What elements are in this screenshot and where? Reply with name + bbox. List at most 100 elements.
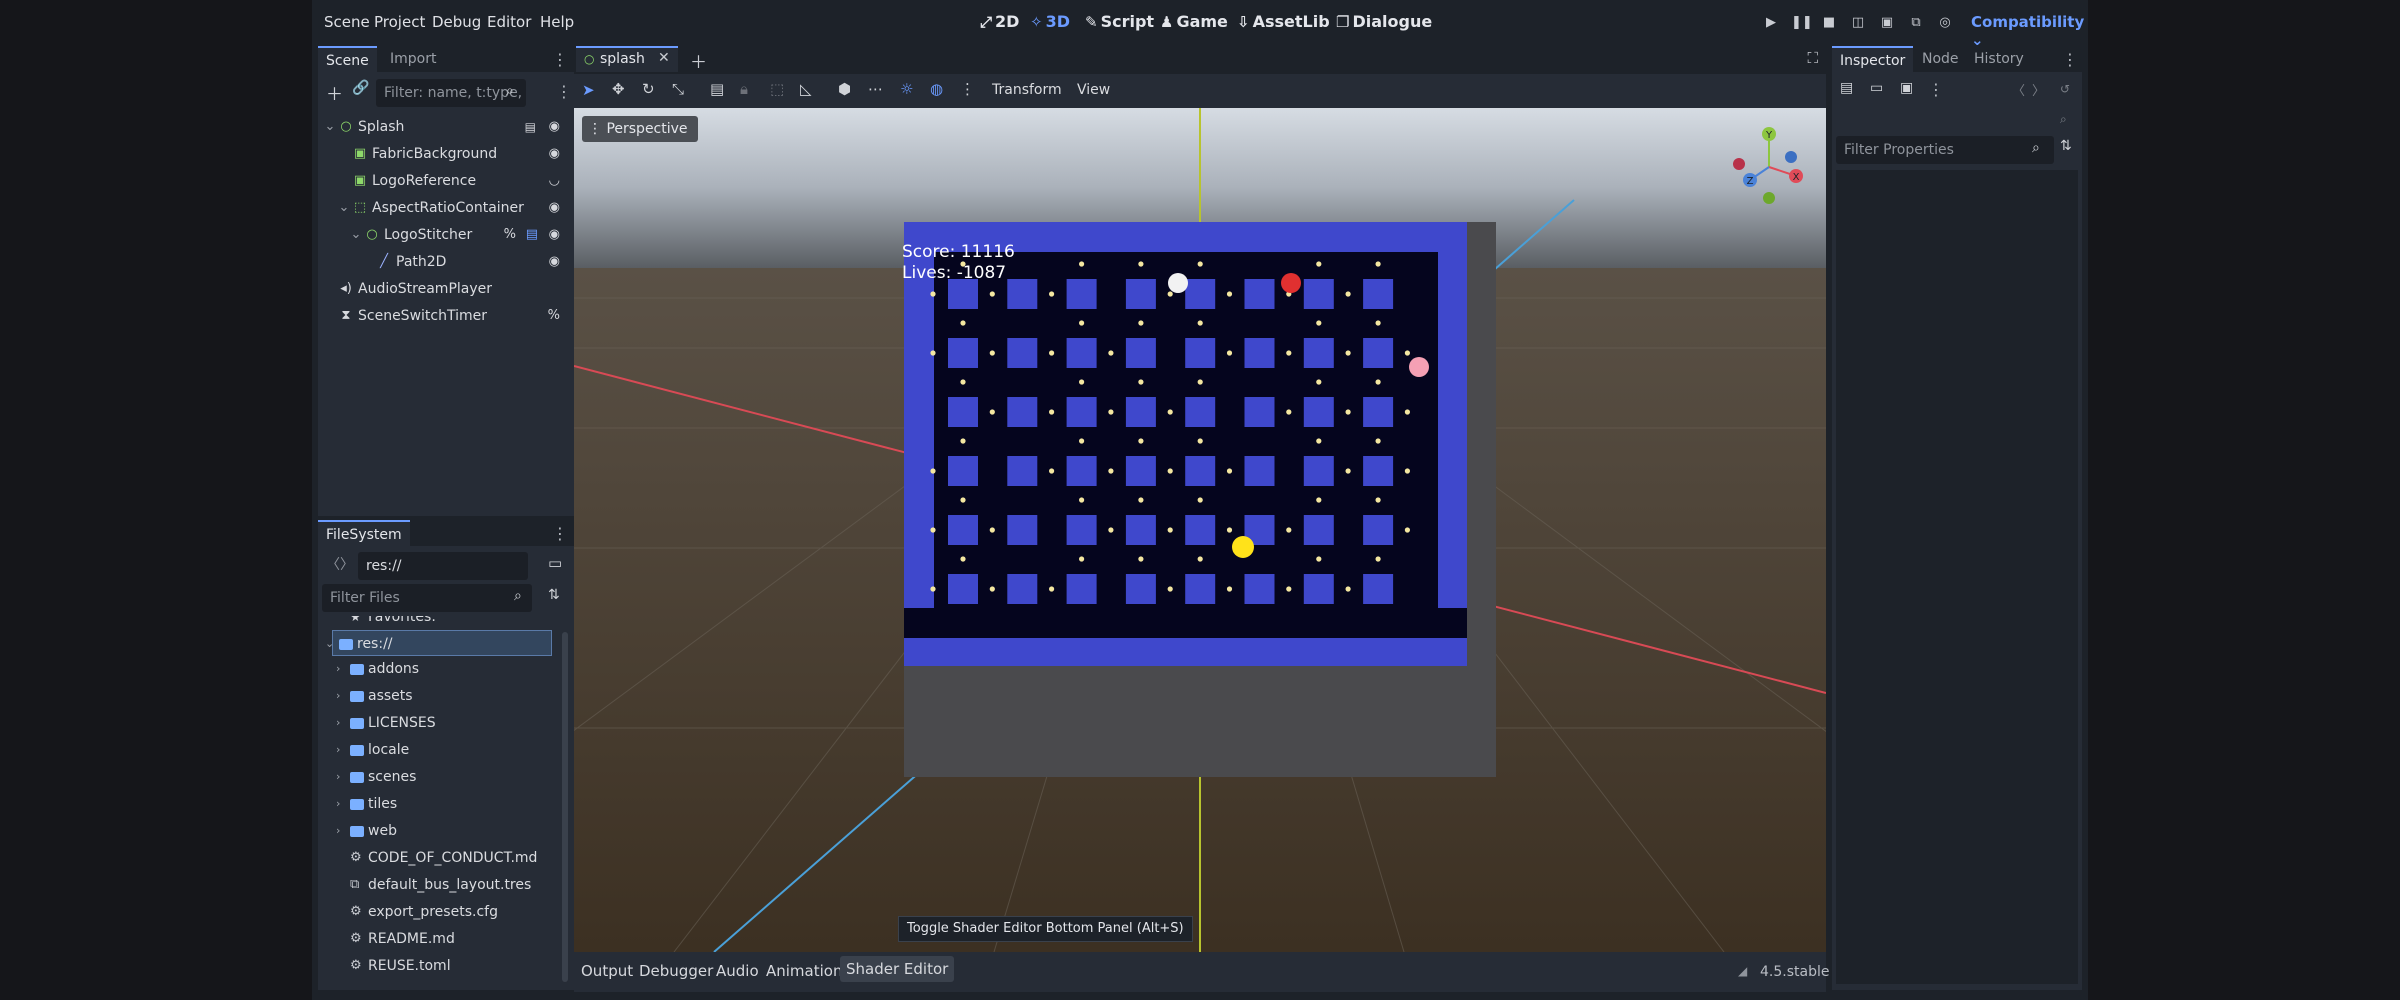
lock-icon[interactable]: 🔒︎: [740, 80, 748, 98]
add-node-icon[interactable]: ＋: [326, 80, 343, 105]
shader-editor-tab[interactable]: Shader Editor: [840, 956, 955, 982]
filter-properties-input[interactable]: Filter Properties: [1836, 136, 2054, 164]
remote-debug-icon[interactable]: ◫: [1849, 14, 1867, 32]
back-icon[interactable]: 〈: [2012, 80, 2025, 99]
snap-icon[interactable]: ⋯: [868, 80, 883, 98]
visibility-icon[interactable]: ◉: [549, 249, 560, 275]
workspace-3d-button[interactable]: ✧ 3D: [1030, 12, 1070, 31]
ruler-icon[interactable]: ◺: [800, 80, 812, 98]
menu-help[interactable]: Help: [540, 13, 574, 31]
group-icon[interactable]: ⬚: [770, 80, 784, 98]
play-icon[interactable]: ▶: [1762, 14, 1780, 32]
expand-icon[interactable]: ›: [336, 737, 340, 763]
open-resource-icon[interactable]: ▭: [1870, 80, 1883, 96]
expand-icon[interactable]: ›: [336, 656, 340, 682]
object-icon[interactable]: ⌕: [2060, 112, 2067, 127]
tree-node-sceneswitchtimer[interactable]: ⧗ SceneSwitchTimer %: [318, 303, 568, 329]
tree-node-aspectratiocontainer[interactable]: ⌄ ⬚ AspectRatioContainer ◉: [318, 195, 568, 221]
filter-files-input[interactable]: Filter Files: [322, 584, 532, 612]
view-gizmo[interactable]: Y X Z: [1724, 122, 1814, 212]
script-icon[interactable]: ▤: [525, 114, 536, 140]
workspace-2d-button[interactable]: ⤢ 2D: [980, 12, 1019, 31]
gizmo-neg-z-handle[interactable]: [1785, 151, 1797, 163]
environment-preview-icon[interactable]: ◍: [930, 80, 943, 98]
output-tab[interactable]: Output: [581, 962, 633, 980]
resource-menu-icon[interactable]: ⋮: [1928, 80, 1944, 99]
script-icon[interactable]: ▤: [526, 222, 538, 248]
scrollbar[interactable]: [562, 632, 568, 982]
tree-node-logostitcher[interactable]: ⌄ ○ LogoStitcher % ▤ ◉: [318, 222, 568, 248]
stop-icon[interactable]: ■: [1820, 14, 1838, 32]
folder-row-addons[interactable]: › addons: [330, 656, 562, 682]
history-icon[interactable]: ↺: [2060, 82, 2070, 96]
menu-scene[interactable]: Scene: [324, 13, 370, 31]
tree-node-splash[interactable]: ⌄ ○ Splash ▤ ◉: [318, 114, 568, 140]
tree-node-path2d[interactable]: ╱ Path2D ◉: [318, 249, 568, 275]
scene-tab-splash[interactable]: ○ splash ✕: [576, 46, 678, 72]
folder-row-locale[interactable]: › locale: [330, 737, 562, 763]
gizmo-neg-x-handle[interactable]: [1733, 158, 1745, 170]
folder-row-scenes[interactable]: › scenes: [330, 764, 562, 790]
scene-tree-menu-icon[interactable]: ⋮: [556, 82, 572, 101]
forward-icon[interactable]: 〉: [340, 554, 354, 574]
visibility-icon[interactable]: ◉: [549, 195, 560, 221]
menu-project[interactable]: Project: [374, 13, 425, 31]
expand-icon[interactable]: ›: [336, 710, 340, 736]
tab-filesystem[interactable]: FileSystem: [318, 520, 410, 546]
unique-name-icon[interactable]: %: [504, 222, 516, 248]
collapse-icon[interactable]: ⌄: [348, 222, 364, 248]
file-row-readme-md[interactable]: ⚙ README.md: [330, 926, 562, 952]
add-tab-icon[interactable]: ＋: [690, 48, 707, 73]
folder-row-assets[interactable]: › assets: [330, 683, 562, 709]
tab-inspector[interactable]: Inspector: [1832, 46, 1914, 72]
renderer-select[interactable]: Compatibility ⌄: [1971, 13, 2088, 49]
sort-icon[interactable]: ⇅: [548, 587, 560, 603]
play-scene-icon[interactable]: ▣: [1878, 14, 1896, 32]
visibility-icon[interactable]: ◉: [549, 114, 560, 140]
sort-icon[interactable]: ⇅: [2060, 138, 2072, 154]
tab-import[interactable]: Import: [382, 46, 444, 72]
file-row-code-of-conduct-md[interactable]: ⚙ CODE_OF_CONDUCT.md: [330, 845, 562, 871]
expand-icon[interactable]: ›: [336, 683, 340, 709]
sun-preview-icon[interactable]: ☼: [900, 80, 913, 98]
close-icon[interactable]: ✕: [658, 50, 670, 66]
rotate-mode-icon[interactable]: ↻: [642, 80, 655, 98]
visibility-icon[interactable]: ◉: [549, 222, 560, 248]
3d-viewport[interactable]: ⋮ Perspective Y X Z Score: 11116 Lives: …: [574, 108, 1826, 952]
notification-icon[interactable]: ◢: [1738, 964, 1747, 978]
file-row-export-presets-cfg[interactable]: ⚙ export_presets.cfg: [330, 899, 562, 925]
more-icon[interactable]: ⋮: [960, 80, 975, 98]
instance-scene-icon[interactable]: 🔗: [352, 80, 369, 96]
tab-node[interactable]: Node: [1914, 46, 1967, 72]
list-select-icon[interactable]: ▤: [710, 80, 724, 98]
folder-row-tiles[interactable]: › tiles: [330, 791, 562, 817]
transform-menu[interactable]: Transform: [992, 82, 1062, 98]
save-resource-icon[interactable]: ▣: [1900, 80, 1913, 96]
scene-filter-input[interactable]: Filter: name, t:type,: [376, 79, 526, 107]
favorites-row[interactable]: ★ Favorites:: [330, 616, 562, 630]
hidden-eye-icon[interactable]: ◡: [549, 168, 560, 194]
tab-scene[interactable]: Scene: [318, 46, 377, 72]
play-custom-scene-icon[interactable]: ⧉: [1907, 14, 1925, 32]
workspace-script-button[interactable]: ✎ Script: [1085, 12, 1154, 31]
forward-icon[interactable]: 〉: [2032, 80, 2045, 99]
dock-menu-icon[interactable]: ⋮: [2062, 50, 2078, 69]
expand-icon[interactable]: ›: [336, 764, 340, 790]
movie-maker-icon[interactable]: ◎: [1936, 14, 1954, 32]
workspace-dialogue-button[interactable]: ❐ Dialogue: [1336, 12, 1432, 31]
select-mode-icon[interactable]: ➤: [582, 81, 595, 99]
folder-row-web[interactable]: › web: [330, 818, 562, 844]
animation-tab[interactable]: Animation: [766, 962, 842, 980]
collapse-icon[interactable]: ⌄: [325, 631, 334, 657]
path-input[interactable]: res://: [358, 552, 528, 580]
visibility-icon[interactable]: ◉: [549, 141, 560, 167]
dock-menu-icon[interactable]: ⋮: [552, 524, 568, 543]
audio-tab[interactable]: Audio: [716, 962, 759, 980]
gizmo-neg-y-handle[interactable]: [1763, 192, 1775, 204]
local-space-icon[interactable]: ⬢: [838, 80, 851, 98]
tab-history[interactable]: History: [1966, 46, 2032, 72]
collapse-icon[interactable]: ⌄: [322, 114, 338, 140]
debugger-tab[interactable]: Debugger: [639, 962, 713, 980]
back-icon[interactable]: 〈: [326, 554, 340, 574]
unique-name-icon[interactable]: %: [548, 303, 560, 329]
